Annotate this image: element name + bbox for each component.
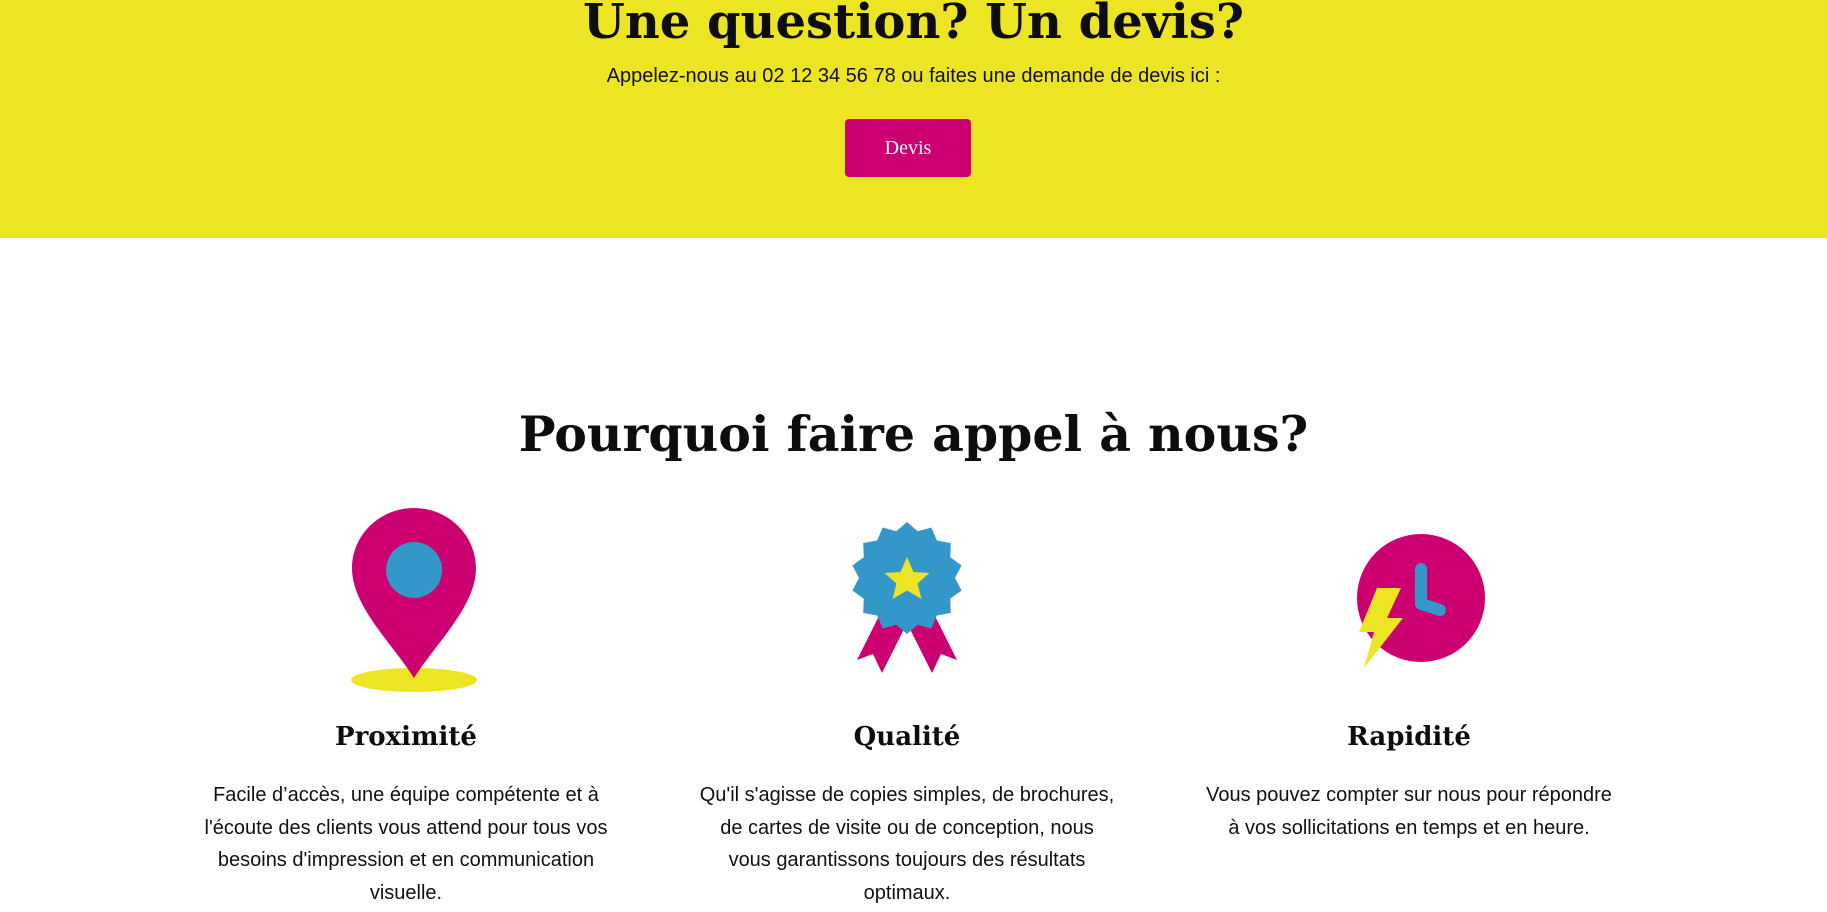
feature-text: Vous pouvez compter sur nous pour répond… xyxy=(1206,784,1612,839)
cta-section: Une question? Un devis? Appelez-nous au … xyxy=(0,0,1827,238)
award-ribbon-icon xyxy=(807,500,1007,700)
cta-text: Appelez-nous au 02 12 34 56 78 ou faites… xyxy=(606,65,1221,87)
feature-title: Qualité xyxy=(853,722,961,752)
why-title: Pourquoi faire appel à nous? xyxy=(518,405,1309,463)
feature-rapidite: Rapidité Vous pouvez compter sur nous po… xyxy=(1199,500,1619,912)
feature-title: Rapidité xyxy=(1347,722,1471,752)
devis-button[interactable]: Devis xyxy=(845,119,971,177)
feature-proximite: Proximité Facile d’accès, une équipe com… xyxy=(196,500,616,912)
feature-qualite: Qualité Qu'il s'agisse de copies simples… xyxy=(697,500,1117,912)
cta-title: Une question? Un devis? xyxy=(582,0,1245,50)
feature-text: Qu'il s'agisse de copies simples, de bro… xyxy=(699,784,1115,904)
feature-text: Facile d’accès, une équipe compétente et… xyxy=(204,784,608,904)
fast-clock-icon xyxy=(1309,500,1509,700)
feature-title: Proximité xyxy=(335,722,477,752)
map-pin-icon xyxy=(306,500,506,700)
